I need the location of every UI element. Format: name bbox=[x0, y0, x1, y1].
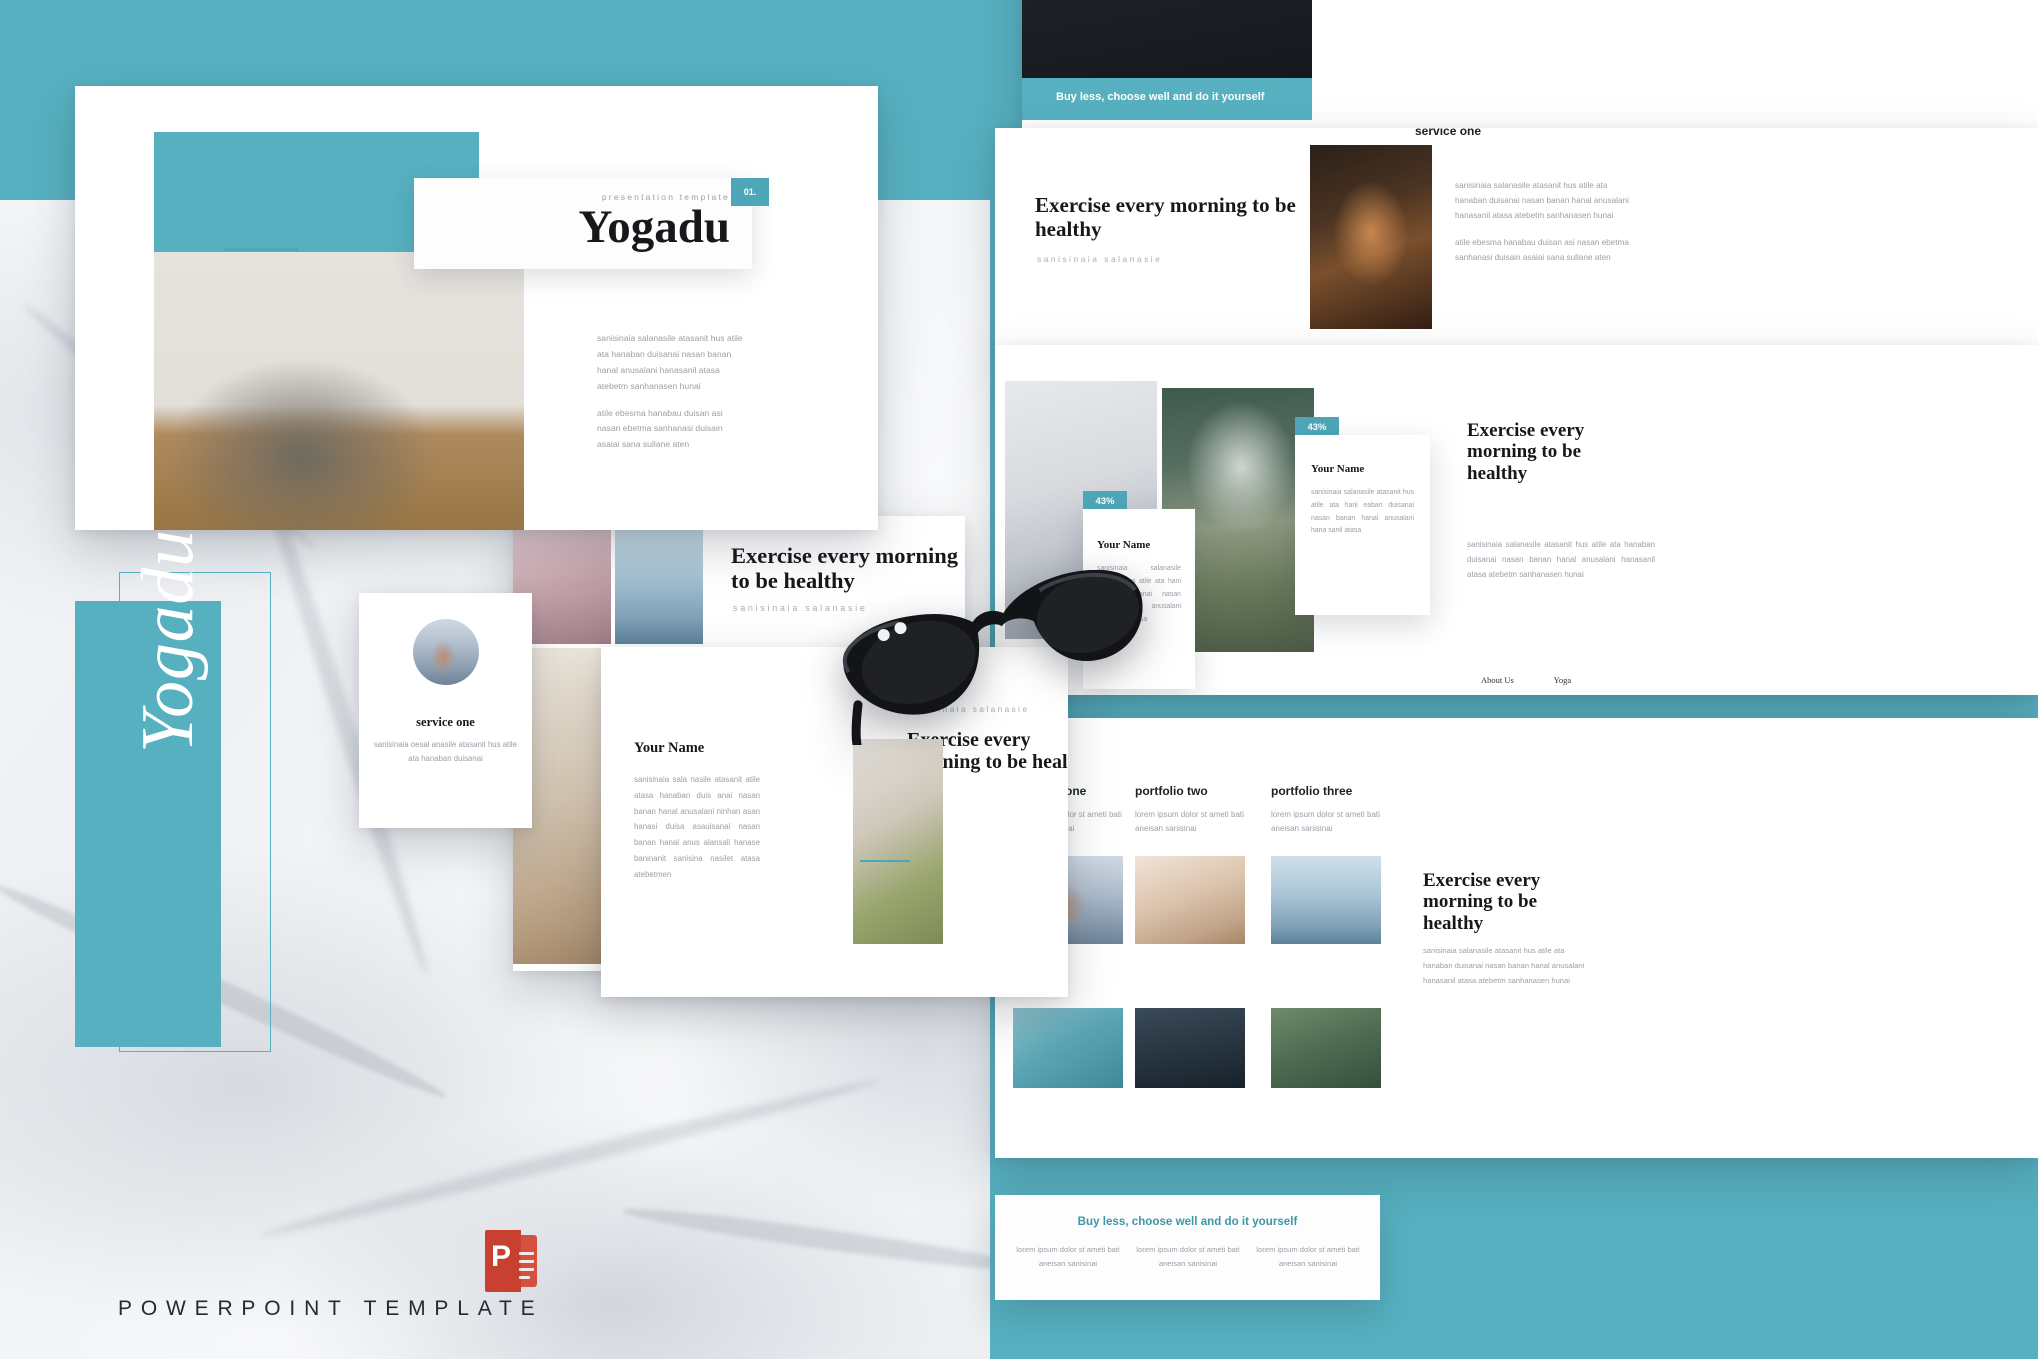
team-card-a[interactable]: Your Name sanisinaia salanasile atasanit… bbox=[1083, 509, 1195, 689]
mid-subheading: sanisinaia salanasie bbox=[733, 603, 868, 613]
title-body-text: sanisinaia salanasile atasanit hus atile… bbox=[597, 331, 747, 453]
team-member-bio: sanisinaia salanasile atasanit hus atile… bbox=[1097, 565, 1181, 624]
title-main-text: Yogadu bbox=[578, 201, 730, 253]
nav-about-us[interactable]: About Us bbox=[1481, 675, 1514, 685]
buy-card-column-three: lorem ipsum dolor st ameti bati aneisan … bbox=[1256, 1245, 1360, 1268]
service-card-title: service one bbox=[416, 715, 475, 729]
powerpoint-icon-line bbox=[519, 1260, 534, 1263]
marble-vein bbox=[620, 1200, 1040, 1280]
team-member-name: Your Name bbox=[1097, 539, 1151, 551]
brand-script-logo: Yogadu bbox=[127, 529, 209, 753]
portfolio-body-three: lorem ipsum dolor st ameti bati aneisan … bbox=[1271, 810, 1380, 833]
powerpoint-icon-body: P bbox=[485, 1230, 521, 1292]
portfolio-image-six bbox=[1271, 1008, 1381, 1088]
slide-collage-top-right[interactable]: Buy less, choose well and do it yourself bbox=[1022, 0, 2038, 130]
buy-card-column-one: lorem ipsum dolor st ameti bati aneisan … bbox=[1016, 1245, 1120, 1268]
body-paragraph: atile ebesma hanabau duisan asi nasan eb… bbox=[597, 407, 723, 450]
slide-heading: Exercise every morning to be healthy bbox=[1035, 193, 1296, 241]
service-circle-image bbox=[412, 619, 479, 685]
powerpoint-icon-line bbox=[519, 1268, 534, 1271]
collage-banner-text: Buy less, choose well and do it yourself bbox=[1056, 91, 1265, 103]
slide-service-card[interactable]: service one sanisinaia oesal anasile ata… bbox=[359, 593, 532, 828]
team-body-text: sanisinaia salanasile atasanit hus atile… bbox=[1467, 540, 1655, 580]
marble-vein bbox=[257, 1072, 883, 1244]
powerpoint-icon-letter: P bbox=[491, 1240, 512, 1273]
accent-rule bbox=[860, 860, 910, 862]
body-paragraph: sanisinaia salanasile atasanit hus atile… bbox=[597, 333, 743, 391]
powerpoint-icon-line bbox=[519, 1276, 530, 1279]
brand-subtitle: POWERPOINT TEMPLATE bbox=[118, 1297, 544, 1320]
body-paragraph: sanisinaia salanasile atasanit hus atile… bbox=[1455, 181, 1629, 221]
title-slide-number-badge: 01. bbox=[731, 178, 769, 206]
team-card-b[interactable]: Your Name sanisinaia salanasile atasanit… bbox=[1295, 435, 1430, 615]
portfolio-title-two: portfolio two bbox=[1135, 784, 1208, 798]
collage-banner: Buy less, choose well and do it yourself bbox=[1022, 78, 1312, 120]
powerpoint-icon-line bbox=[519, 1252, 534, 1255]
title-accent-rule bbox=[224, 248, 298, 251]
portfolio-image-five bbox=[1135, 1008, 1245, 1088]
buy-card-title: Buy less, choose well and do it yourself bbox=[1077, 1215, 1298, 1228]
portfolio-title-three: portfolio three bbox=[1271, 784, 1353, 798]
team-member-bio: sanisinaia salanasile atasanit hus atile… bbox=[1311, 489, 1414, 535]
slide-your-name-mid[interactable]: Your Name sanisinaia sala nasile atasani… bbox=[601, 647, 1068, 997]
slide-portfolio-right[interactable]: portfolio one lorem ipsum dolor st ameti… bbox=[995, 718, 2038, 1158]
service-label: service one bbox=[1415, 128, 1482, 138]
title-card[interactable]: 01. presentation template Yogadu bbox=[414, 178, 769, 269]
exercise-photo bbox=[1310, 145, 1432, 329]
team-footer-nav[interactable]: About Us Yoga bbox=[1481, 675, 1609, 685]
team-heading: Exercise every morning to be healthy bbox=[1467, 420, 1585, 484]
team-member-name: Your Name bbox=[1311, 463, 1365, 475]
portfolio-image-four bbox=[1013, 1008, 1123, 1088]
slide-buy-less-card[interactable]: Buy less, choose well and do it yourself… bbox=[995, 1195, 1380, 1300]
your-name-photo bbox=[853, 739, 943, 944]
exercise-body-text: sanisinaia salanasile atasanit hus atile… bbox=[1455, 178, 1630, 265]
powerpoint-icon: P bbox=[485, 1230, 537, 1292]
portfolio-body-text: sanisinaia salanasile atasanit hus atile… bbox=[1423, 946, 1585, 985]
title-hero-photo bbox=[154, 252, 524, 530]
presentation-mockup-stage: Buy less, choose well and do it yourself… bbox=[0, 0, 2038, 1359]
portfolio-image-two bbox=[1135, 856, 1245, 944]
slide-title-main[interactable]: 01. presentation template Yogadu sanisin… bbox=[75, 86, 878, 530]
service-card-body: sanisinaia oesal anasile atasanit hus at… bbox=[373, 740, 518, 763]
your-name-subheading: sanisinaia salanasie bbox=[907, 705, 1030, 714]
slide-exercise-right[interactable]: service one Exercise every morning to be… bbox=[995, 128, 2038, 350]
mid-heading: Exercise every morning to be healthy bbox=[731, 543, 959, 594]
mid-photo-b bbox=[615, 516, 703, 644]
buy-card-column-two: lorem ipsum dolor st ameti bati aneisan … bbox=[1136, 1245, 1240, 1268]
body-paragraph: atile ebesma hanabau duisan asi nasan eb… bbox=[1455, 237, 1629, 262]
slide-subheading: sanisinaia salanasie bbox=[1037, 254, 1163, 264]
your-name-heading: Your Name bbox=[634, 740, 705, 756]
your-name-body: sanisinaia sala nasile atasanit atile at… bbox=[634, 775, 760, 879]
nav-yoga[interactable]: Yoga bbox=[1554, 675, 1572, 685]
slide-team-right[interactable]: 43% Your Name sanisinaia salanasile atas… bbox=[995, 345, 2038, 695]
portfolio-image-three bbox=[1271, 856, 1381, 944]
portfolio-heading: Exercise every morning to be healthy bbox=[1423, 870, 1541, 934]
portfolio-body-two: lorem ipsum dolor st ameti bati aneisan … bbox=[1135, 810, 1244, 833]
